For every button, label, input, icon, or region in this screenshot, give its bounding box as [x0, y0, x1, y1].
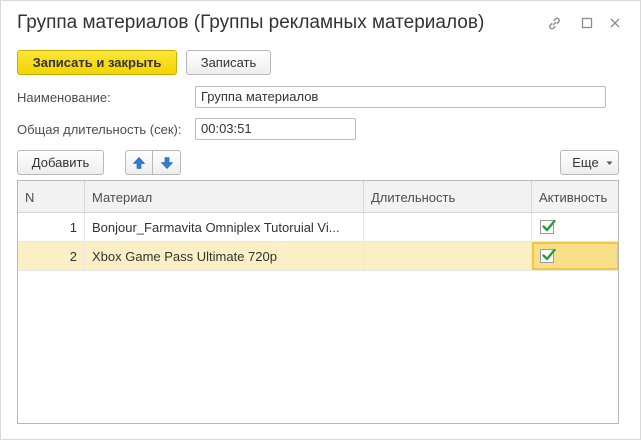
more-label: Еще: [572, 155, 599, 170]
arrow-up-icon: [132, 156, 146, 169]
arrow-down-icon: [160, 156, 173, 169]
close-icon[interactable]: [605, 13, 625, 33]
checkmark-icon: [542, 219, 556, 232]
checkmark-icon: [542, 248, 556, 261]
table-header: N Материал Длительность Активность: [18, 181, 618, 213]
cell-n: 2: [18, 242, 85, 270]
move-down-button[interactable]: [153, 150, 181, 175]
name-label: Наименование:: [17, 90, 111, 105]
column-header-duration[interactable]: Длительность: [364, 181, 532, 213]
window-title: Группа материалов (Группы рекламных мате…: [17, 12, 485, 33]
save-button[interactable]: Записать: [186, 50, 271, 75]
move-up-button[interactable]: [125, 150, 153, 175]
link-icon-glyph: [548, 17, 560, 29]
column-header-material[interactable]: Материал: [85, 181, 364, 213]
close-icon-glyph: [610, 18, 620, 28]
add-button[interactable]: Добавить: [17, 150, 104, 175]
name-input[interactable]: Группа материалов: [195, 86, 606, 108]
chevron-down-icon: [606, 161, 613, 165]
duration-input[interactable]: 00:03:51: [195, 118, 356, 140]
form-window: Группа материалов (Группы рекламных мате…: [0, 0, 641, 440]
cell-active[interactable]: [532, 242, 618, 270]
maximize-icon-glyph: [581, 17, 593, 29]
cell-active[interactable]: [532, 213, 618, 241]
column-header-active[interactable]: Активность: [532, 181, 618, 213]
link-icon[interactable]: [544, 13, 564, 33]
table-row[interactable]: 2 Xbox Game Pass Ultimate 720p: [18, 242, 618, 271]
cell-duration[interactable]: [364, 213, 532, 241]
cell-duration[interactable]: [364, 242, 532, 270]
cell-material[interactable]: Bonjour_Farmavita Omniplex Tutoruial Vi.…: [85, 213, 364, 241]
column-header-n[interactable]: N: [18, 181, 85, 213]
maximize-icon[interactable]: [577, 13, 597, 33]
active-checkbox[interactable]: [540, 248, 556, 263]
table-row[interactable]: 1 Bonjour_Farmavita Omniplex Tutoruial V…: [18, 213, 618, 242]
active-checkbox[interactable]: [540, 219, 556, 234]
save-and-close-button[interactable]: Записать и закрыть: [17, 50, 177, 75]
duration-label: Общая длительность (сек):: [17, 122, 182, 137]
materials-table: N Материал Длительность Активность 1 Bon…: [17, 180, 619, 424]
cell-material[interactable]: Xbox Game Pass Ultimate 720p: [85, 242, 364, 270]
more-button[interactable]: Еще: [560, 150, 619, 175]
cell-n: 1: [18, 213, 85, 241]
